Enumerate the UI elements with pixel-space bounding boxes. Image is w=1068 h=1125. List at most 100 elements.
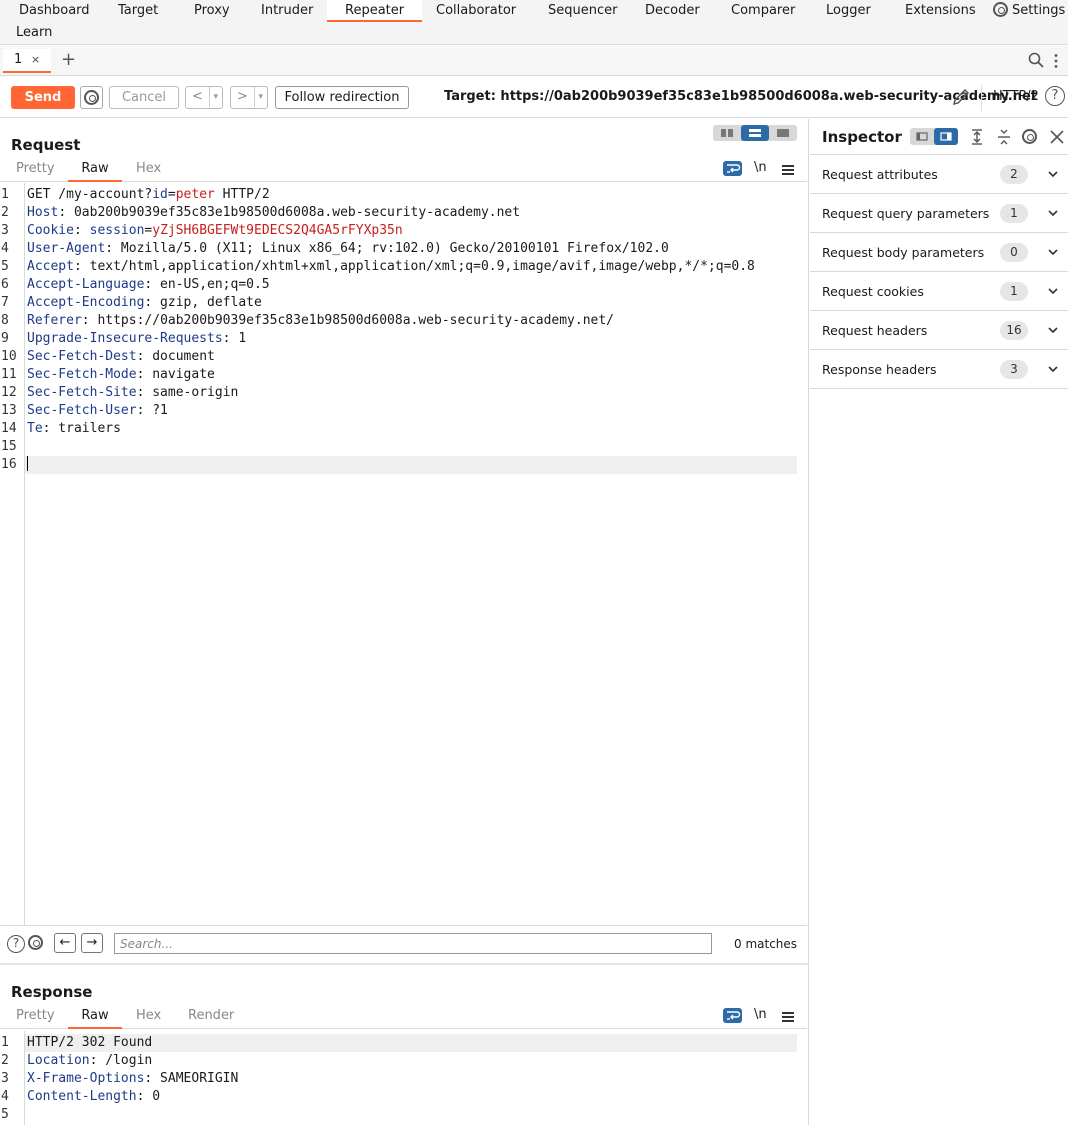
follow-redirection-button[interactable]: Follow redirection (275, 86, 409, 109)
close-icon[interactable] (1048, 128, 1066, 146)
code-line[interactable]: 7 Accept-Encoding: gzip, deflate (0, 294, 797, 312)
expand-all-icon[interactable] (968, 128, 986, 146)
code-line[interactable]: 15 (0, 438, 797, 456)
code-line[interactable]: 4 Content-Length: 0 (0, 1088, 797, 1106)
search-icon[interactable] (1028, 52, 1044, 68)
layout-stacked-button[interactable] (741, 125, 769, 141)
text-token: : text/html,application/xhtml+xml,applic… (73, 259, 755, 274)
dropdown-icon[interactable]: ▾ (209, 87, 218, 107)
kebab-menu-icon[interactable] (1052, 53, 1060, 69)
wrap-lines-icon[interactable] (723, 1008, 742, 1023)
close-icon[interactable]: × (31, 49, 40, 71)
menu-extensions[interactable]: Extensions (905, 0, 976, 22)
code-line[interactable]: 10 Sec-Fetch-Dest: document (0, 348, 797, 366)
line-number: 1 (1, 187, 9, 202)
code-line[interactable]: 9 Upgrade-Insecure-Requests: 1 (0, 330, 797, 348)
dropdown-icon[interactable]: ▾ (254, 87, 263, 107)
add-tab-button[interactable]: + (61, 50, 76, 70)
inspector-section-request-cookies[interactable]: Request cookies 1 (810, 272, 1068, 311)
menu-logger[interactable]: Logger (826, 0, 871, 22)
newline-toggle[interactable]: \n (754, 1007, 767, 1022)
inspector-section-request-attributes[interactable]: Request attributes 2 (810, 155, 1068, 194)
code-line[interactable]: 4 User-Agent: Mozilla/5.0 (X11; Linux x86… (0, 240, 797, 258)
menu-repeater[interactable]: Repeater (327, 0, 423, 22)
code-line[interactable]: 1 HTTP/2 302 Found (1, 1034, 797, 1052)
newline-toggle[interactable]: \n (754, 160, 767, 175)
code-line[interactable]: 16 (1, 456, 797, 474)
chevron-down-icon[interactable] (1047, 285, 1059, 297)
response-tab-raw[interactable]: Raw (68, 1005, 122, 1029)
request-tab-pretty[interactable]: Pretty (16, 158, 55, 182)
response-editor[interactable]: 1 HTTP/2 302 Found 2 Location: /login 3 X-Fra… (0, 1031, 807, 1125)
inspector-section-response-headers[interactable]: Response headers 3 (810, 350, 1068, 389)
menu-sequencer[interactable]: Sequencer (548, 0, 617, 22)
wrap-lines-icon[interactable] (723, 161, 742, 176)
repeater-tab-1[interactable]: 1 × (3, 49, 51, 73)
search-next-button[interactable]: → (81, 933, 103, 953)
code-line[interactable]: 3 X-Frame-Options: SAMEORIGIN (0, 1070, 797, 1088)
chevron-down-icon[interactable] (1047, 168, 1059, 180)
request-editor[interactable]: 1 GET /my-account?id=peter HTTP/2 2 Host: 0… (0, 183, 807, 925)
line-text: Host: 0ab200b9039ef35c83e1b98500d6008a.w… (27, 204, 520, 222)
response-tab-pretty[interactable]: Pretty (16, 1005, 55, 1029)
collapse-all-icon[interactable] (995, 128, 1013, 146)
line-text: Te: trailers (27, 420, 121, 438)
inspector-section-request-headers[interactable]: Request headers 16 (810, 311, 1068, 350)
inspector-layout-toggle[interactable] (910, 128, 958, 145)
search-input[interactable] (114, 933, 712, 954)
code-line[interactable]: 13 Sec-Fetch-User: ?1 (0, 402, 797, 420)
code-line[interactable]: 8 Referer: https://0ab200b9039ef35c83e1b9… (0, 312, 797, 330)
help-icon[interactable]: ? (7, 935, 25, 953)
code-line[interactable]: 3 Cookie: session=yZjSH6BGEFWt9EDECS2Q4GA… (0, 222, 797, 240)
menu-comparer[interactable]: Comparer (731, 0, 795, 22)
code-line[interactable]: 5 Accept: text/html,application/xhtml+xml… (0, 258, 797, 276)
help-icon[interactable]: ? (1045, 86, 1065, 106)
gear-icon[interactable] (28, 935, 43, 950)
inspector-section-request-query-parameters[interactable]: Request query parameters 1 (810, 194, 1068, 233)
history-forward-button[interactable]: > ▾ (230, 86, 268, 109)
header-name: Content-Length (27, 1089, 137, 1104)
request-tab-raw[interactable]: Raw (68, 158, 122, 182)
cancel-button[interactable]: Cancel (109, 86, 179, 109)
hamburger-menu-icon[interactable] (782, 165, 794, 175)
line-number: 10 (1, 349, 17, 364)
code-line[interactable]: 5 (0, 1106, 797, 1124)
top-menu-bar: Dashboard Target Proxy Intruder Repeater… (0, 0, 1068, 45)
menu-proxy[interactable]: Proxy (194, 0, 230, 22)
header-name: X-Frame-Options (27, 1071, 145, 1086)
code-line[interactable]: 12 Sec-Fetch-Site: same-origin (0, 384, 797, 402)
menu-intruder[interactable]: Intruder (261, 0, 313, 22)
hamburger-menu-icon[interactable] (782, 1012, 794, 1022)
send-options-button[interactable] (80, 86, 103, 109)
search-prev-button[interactable]: ← (54, 933, 76, 953)
menu-decoder[interactable]: Decoder (645, 0, 700, 22)
history-back-button[interactable]: < ▾ (185, 86, 223, 109)
menu-learn[interactable]: Learn (16, 22, 52, 44)
menu-dashboard[interactable]: Dashboard (19, 0, 90, 22)
menu-collaborator[interactable]: Collaborator (436, 0, 516, 22)
inspector-section-request-body-parameters[interactable]: Request body parameters 0 (810, 233, 1068, 272)
chevron-down-icon[interactable] (1047, 363, 1059, 375)
gear-icon[interactable] (1022, 129, 1037, 144)
menu-target[interactable]: Target (118, 0, 158, 22)
pencil-icon[interactable] (951, 87, 971, 107)
response-tab-hex[interactable]: Hex (136, 1005, 161, 1029)
code-line[interactable]: 2 Location: /login (0, 1052, 797, 1070)
code-line[interactable]: 2 Host: 0ab200b9039ef35c83e1b98500d6008a.… (0, 204, 797, 222)
protocol-selector[interactable]: HTTP/2 (993, 89, 1039, 104)
chevron-down-icon[interactable] (1047, 207, 1059, 219)
layout-tabs-button[interactable] (769, 125, 797, 141)
code-line[interactable]: 14 Te: trailers (0, 420, 797, 438)
code-line[interactable]: 11 Sec-Fetch-Mode: navigate (0, 366, 797, 384)
chevron-down-icon[interactable] (1047, 324, 1059, 336)
request-tab-hex[interactable]: Hex (136, 158, 161, 182)
code-line[interactable]: 6 Accept-Language: en-US,en;q=0.5 (0, 276, 797, 294)
response-tab-render[interactable]: Render (188, 1005, 234, 1029)
chevron-down-icon[interactable] (1047, 246, 1059, 258)
menu-settings[interactable]: Settings (993, 0, 1065, 22)
layout-side-by-side-button[interactable] (713, 125, 741, 141)
header-name: session (89, 223, 145, 238)
header-name: Location (27, 1053, 90, 1068)
send-button[interactable]: Send (11, 86, 75, 109)
code-line[interactable]: 1 GET /my-account?id=peter HTTP/2 (0, 186, 797, 204)
